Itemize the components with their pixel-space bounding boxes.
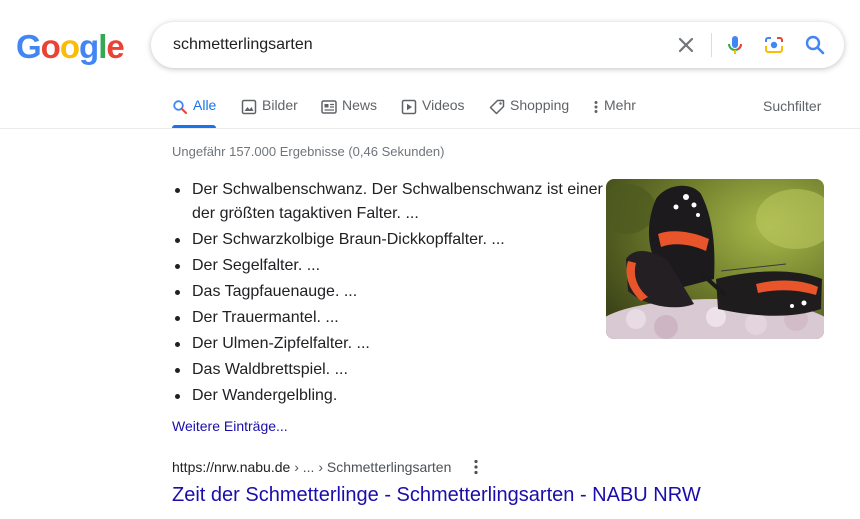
- search-divider: [711, 33, 712, 57]
- search-icon: [173, 100, 187, 114]
- list-item: Der Schwalbenschwanz. Der Schwalbenschwa…: [175, 178, 612, 226]
- camera-lens-icon[interactable]: [762, 33, 786, 57]
- logo-letter: o: [40, 28, 61, 65]
- microphone-icon[interactable]: [723, 33, 747, 57]
- list-item: Das Tagpfauenauge. ...: [175, 280, 612, 304]
- search-input[interactable]: schmetterlingsarten: [173, 36, 313, 54]
- video-icon: [401, 99, 417, 115]
- tab-label: Videos: [422, 97, 465, 113]
- search-icon[interactable]: [803, 33, 827, 57]
- image-icon: [241, 99, 257, 115]
- featured-snippet-list: Der Schwalbenschwanz. Der Schwalbenschwa…: [172, 178, 612, 410]
- tab-label: Mehr: [604, 97, 636, 113]
- list-item: Der Schwarzkolbige Braun-Dickkopffalter.…: [175, 228, 612, 252]
- logo-letter: l: [98, 28, 107, 65]
- logo-letter: o: [59, 28, 80, 65]
- logo-letter: e: [106, 28, 124, 65]
- list-item: Der Wandergelbling.: [175, 384, 612, 408]
- logo-letter: g: [79, 28, 99, 65]
- news-icon: [321, 100, 337, 114]
- tab-label: Alle: [193, 97, 217, 113]
- butterfly-image[interactable]: [606, 179, 824, 339]
- tab-label: Shopping: [510, 97, 570, 113]
- result-stats: Ungefähr 157.000 Ergebnisse (0,46 Sekund…: [172, 144, 445, 159]
- more-options-icon[interactable]: [470, 458, 482, 476]
- list-item: Der Segelfalter. ...: [175, 254, 612, 278]
- logo-letter: G: [16, 28, 42, 65]
- list-item: Das Waldbrettspiel. ...: [175, 358, 612, 382]
- tab-news[interactable]: News: [321, 97, 377, 129]
- tab-videos[interactable]: Videos: [401, 97, 465, 129]
- clear-icon[interactable]: [674, 33, 698, 57]
- tab-more[interactable]: Mehr: [592, 97, 636, 129]
- tag-icon: [489, 99, 505, 115]
- result-citation: https://nrw.nabu.de › ... › Schmetterlin…: [172, 459, 451, 475]
- result-domain: https://nrw.nabu.de: [172, 459, 291, 475]
- tab-label: Bilder: [262, 97, 298, 113]
- tab-shopping[interactable]: Shopping: [489, 97, 569, 129]
- result-title-link[interactable]: Zeit der Schmetterlinge - Schmetterlings…: [172, 484, 701, 507]
- search-filter-button[interactable]: Suchfilter: [763, 98, 821, 114]
- list-item: Der Ulmen-Zipfelfalter. ...: [175, 332, 612, 356]
- google-logo[interactable]: Google: [16, 28, 125, 66]
- tabs-divider: [0, 128, 860, 129]
- more-entries-link[interactable]: Weitere Einträge...: [172, 418, 288, 434]
- result-breadcrumb: › ... › Schmetterlingsarten: [290, 459, 452, 475]
- tab-label: News: [342, 97, 378, 113]
- list-item: Der Trauermantel. ...: [175, 306, 612, 330]
- more-vert-icon: [594, 101, 598, 113]
- tab-images[interactable]: Bilder: [241, 97, 298, 129]
- search-box[interactable]: schmetterlingsarten: [151, 22, 844, 68]
